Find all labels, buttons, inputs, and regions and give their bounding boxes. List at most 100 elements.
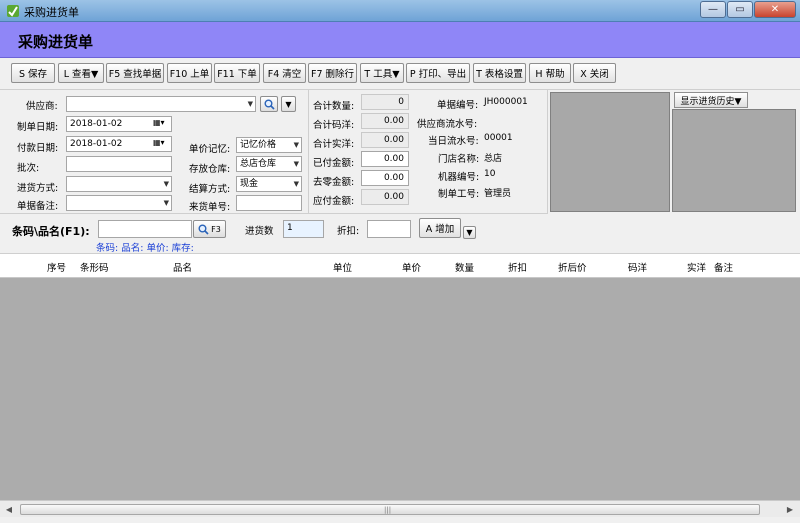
supplier-search-button[interactable]: [260, 96, 278, 112]
window-titlebar: 采购进货单 — ▭ ✕: [0, 0, 800, 22]
maximize-button[interactable]: ▭: [727, 1, 753, 18]
next-document-button[interactable]: F11 下单: [214, 63, 260, 83]
table-settings-button[interactable]: T 表格设置: [473, 63, 526, 83]
calendar-icon[interactable]: ▦▾: [153, 138, 165, 147]
toolbar: S 保存 L 查看▼ F5 查找单据 F10 上单 F11 下单 F4 清空 F…: [0, 58, 800, 90]
grid-header: 序号 条形码 品名 单位 单价 数量 折扣 折后价 码洋 实洋 备注: [0, 254, 800, 278]
search-icon: [198, 224, 209, 235]
close-window-button[interactable]: ✕: [754, 1, 796, 18]
minimize-button[interactable]: —: [700, 1, 726, 18]
product-hint: 条码: 品名: 单价: 库存:: [96, 243, 194, 254]
product-search-button[interactable]: F3: [193, 220, 226, 238]
window-title: 采购进货单: [24, 6, 79, 19]
column-header[interactable]: 品名: [173, 260, 192, 274]
barcode-label: 条码\品名(F1):: [12, 225, 90, 238]
find-document-button[interactable]: F5 查找单据: [106, 63, 164, 83]
total-actual-price-label: 合计实洋:: [313, 139, 355, 150]
machine-no-value: 10: [484, 169, 496, 179]
remark-field[interactable]: [66, 195, 172, 211]
document-no-label: 单据编号:: [437, 100, 479, 111]
page-title: 采购进货单: [18, 33, 94, 51]
create-date-label: 制单日期:: [17, 122, 59, 133]
column-header[interactable]: 序号: [47, 260, 66, 274]
store-name-value: 总店: [484, 154, 503, 164]
save-button[interactable]: S 保存: [11, 63, 55, 83]
chevron-down-icon: ▼: [466, 228, 473, 237]
scroll-right-icon[interactable]: ▶: [783, 503, 797, 515]
discount-input[interactable]: [367, 220, 411, 238]
column-header[interactable]: 码洋: [628, 260, 647, 274]
status-bar: [0, 517, 800, 523]
column-header[interactable]: 实洋: [687, 260, 706, 274]
column-header[interactable]: 折扣: [508, 260, 527, 274]
batch-label: 批次:: [17, 163, 40, 174]
remark-label: 单据备注:: [17, 201, 59, 212]
quantity-input[interactable]: 1: [283, 220, 324, 238]
pay-date-label: 付款日期:: [17, 143, 59, 154]
print-export-button[interactable]: P 打印、导出: [406, 63, 470, 83]
product-image-area: [548, 90, 670, 214]
header-band: 采购进货单: [0, 22, 800, 58]
history-panel: [672, 109, 796, 212]
scroll-grip-icon: |||: [384, 506, 392, 514]
add-item-button[interactable]: A 增加: [419, 218, 461, 238]
rounding-amount-field[interactable]: 0.00: [361, 170, 409, 186]
search-shortcut-label: F3: [211, 224, 221, 234]
settle-method-select[interactable]: 现金: [236, 176, 302, 192]
column-header[interactable]: 折后价: [558, 260, 587, 274]
store-name-label: 门店名称:: [438, 154, 480, 165]
column-header[interactable]: 备注: [714, 260, 733, 274]
chevron-down-icon: ▼: [285, 99, 292, 109]
history-area: 显示进货历史▼: [670, 90, 800, 214]
horizontal-scrollbar[interactable]: ◀ ||| ▶: [0, 500, 800, 517]
add-dropdown-button[interactable]: ▼: [463, 226, 476, 239]
price-memory-label: 单价记忆:: [189, 144, 231, 155]
scroll-left-icon[interactable]: ◀: [2, 503, 16, 515]
total-list-price-value: 0.00: [361, 113, 409, 129]
purchase-method-label: 进货方式:: [17, 183, 59, 194]
total-actual-price-value: 0.00: [361, 132, 409, 148]
divider: [308, 90, 309, 214]
warehouse-select[interactable]: 总店仓库: [236, 156, 302, 172]
view-button[interactable]: L 查看▼: [58, 63, 104, 83]
column-header[interactable]: 单价: [402, 260, 421, 274]
item-grid[interactable]: [0, 278, 800, 500]
app-icon: [7, 5, 19, 17]
column-header[interactable]: 数量: [455, 260, 474, 274]
daily-serial-value: 00001: [484, 133, 513, 143]
document-no-value: JH000001: [484, 97, 528, 107]
clear-button[interactable]: F4 清空: [263, 63, 306, 83]
form-area: 供应商: ▼ 制单日期: 2018-01-02 ▦▾ 付款日期: 2018-01…: [0, 90, 548, 214]
settle-method-label: 结算方式:: [189, 184, 231, 195]
batch-field[interactable]: [66, 156, 172, 172]
price-memory-select[interactable]: 记忆价格: [236, 137, 302, 153]
close-button[interactable]: X 关闭: [573, 63, 616, 83]
incoming-no-field[interactable]: [236, 195, 302, 211]
calendar-icon[interactable]: ▦▾: [153, 118, 165, 127]
supplier-select[interactable]: [66, 96, 256, 112]
show-history-button[interactable]: 显示进货历史▼: [674, 92, 748, 108]
delete-row-button[interactable]: F7 删除行: [308, 63, 357, 83]
daily-serial-label: 当日流水号:: [428, 136, 479, 147]
purchase-method-select[interactable]: [66, 176, 172, 192]
paid-amount-label: 已付金额:: [313, 158, 355, 169]
search-icon: [264, 99, 275, 110]
column-header[interactable]: 条形码: [80, 260, 109, 274]
rounding-amount-label: 去零金额:: [313, 177, 355, 188]
total-list-price-label: 合计码洋:: [313, 120, 355, 131]
previous-document-button[interactable]: F10 上单: [167, 63, 212, 83]
warehouse-label: 存放仓库:: [189, 164, 231, 175]
total-quantity-value: 0: [361, 94, 409, 110]
quantity-label: 进货数: [245, 226, 274, 237]
supplier-serial-label: 供应商流水号:: [417, 119, 478, 130]
total-quantity-label: 合计数量:: [313, 101, 355, 112]
column-header[interactable]: 单位: [333, 260, 352, 274]
tools-button[interactable]: T 工具▼: [360, 63, 404, 83]
supplier-dropdown-button[interactable]: ▼: [281, 96, 296, 112]
barcode-input[interactable]: [98, 220, 192, 238]
paid-amount-field[interactable]: 0.00: [361, 151, 409, 167]
barcode-entry-row: 条码\品名(F1): F3 进货数 1 折扣: A 增加 ▼ 条码: 品名: 单…: [0, 214, 800, 254]
help-button[interactable]: H 帮助: [529, 63, 571, 83]
window-controls: — ▭ ✕: [699, 1, 796, 19]
operator-label: 制单工号:: [438, 189, 480, 200]
